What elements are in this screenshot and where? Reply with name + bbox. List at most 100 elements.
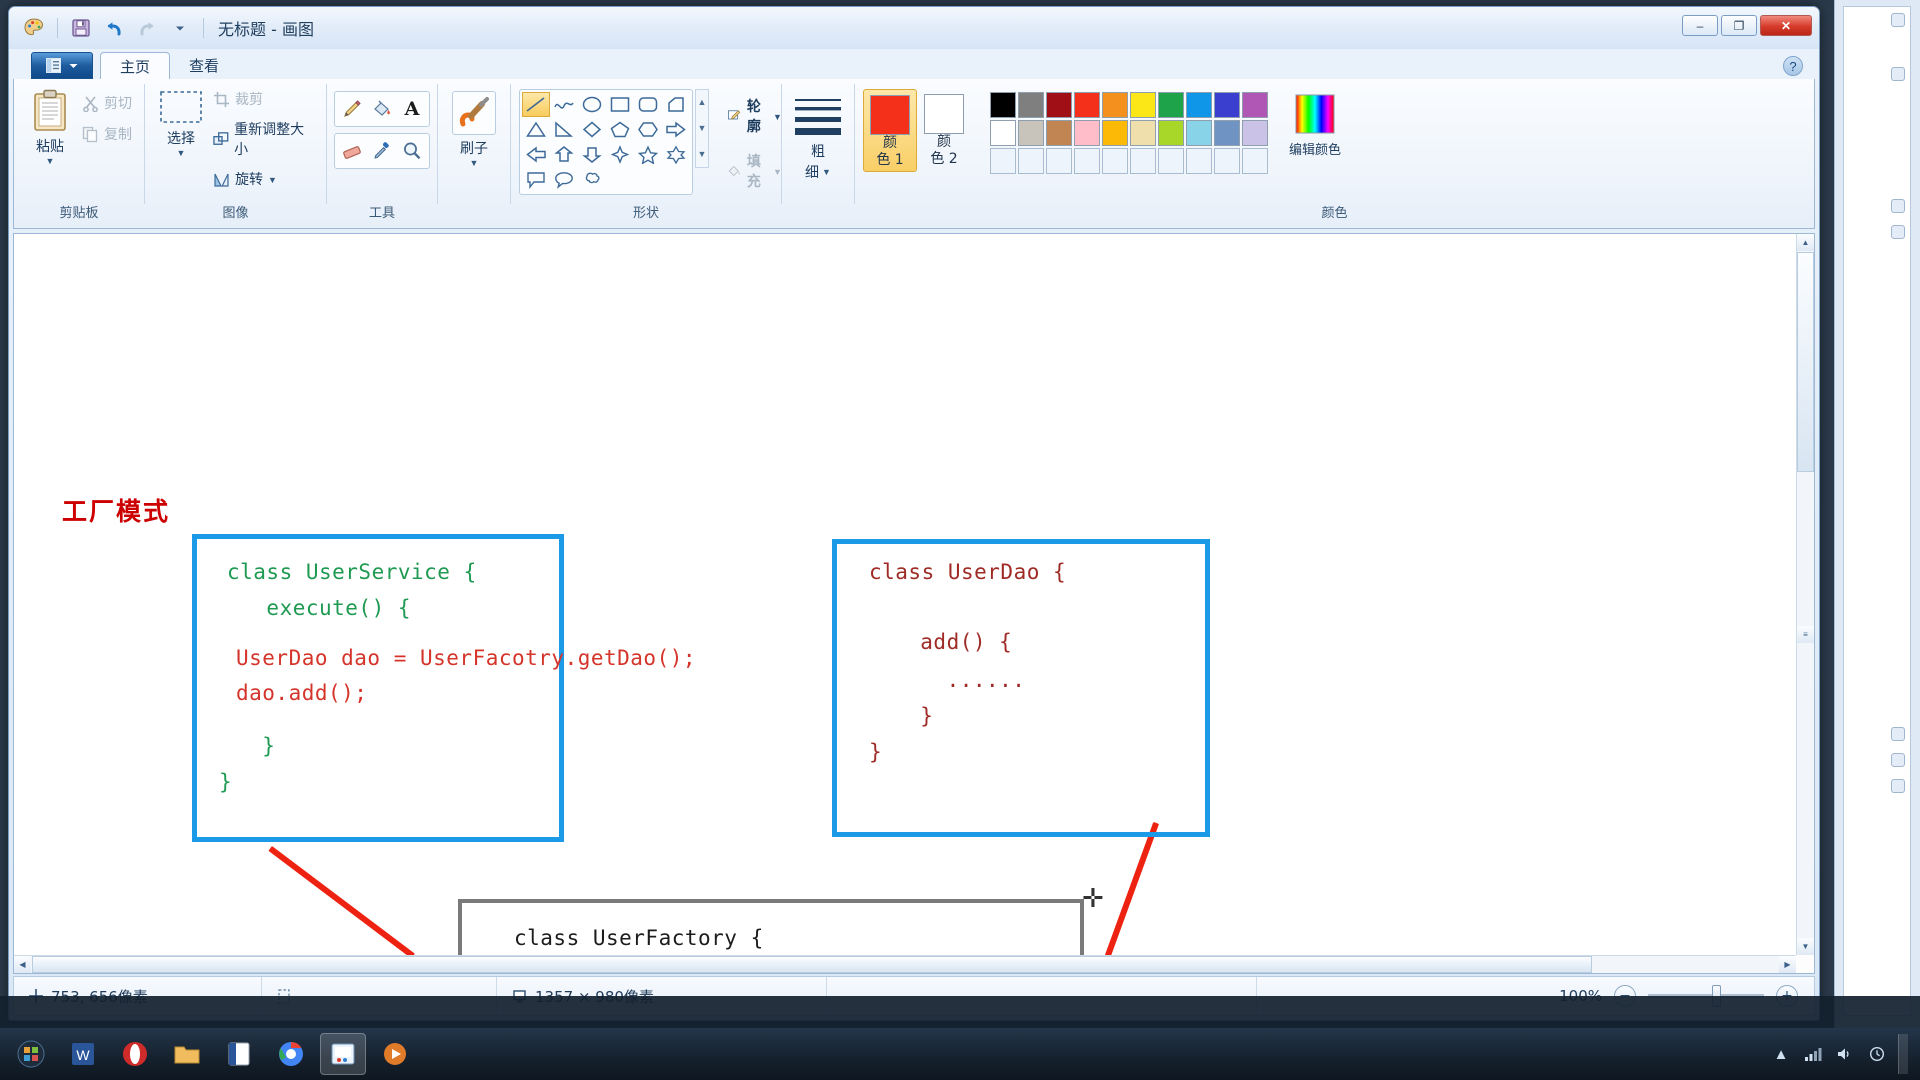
maximize-button[interactable]: ❐	[1721, 15, 1757, 36]
shape-line[interactable]	[522, 92, 550, 117]
paste-caret-icon[interactable]: ▼	[46, 157, 55, 165]
shape-triangle[interactable]	[522, 117, 550, 142]
scroll-right-button[interactable]: ▶	[1779, 956, 1796, 973]
shape-five-point-star[interactable]	[634, 142, 662, 167]
fill-caret-icon[interactable]: ▼	[773, 168, 782, 176]
help-icon[interactable]: ?	[1783, 56, 1803, 76]
brushes-button[interactable]: 刷子 ▼	[446, 88, 502, 170]
shape-hexagon[interactable]	[634, 117, 662, 142]
shape-pentagon[interactable]	[606, 117, 634, 142]
shape-arrow-up[interactable]	[550, 142, 578, 167]
palette-swatch-2-1[interactable]	[990, 120, 1016, 146]
palette-swatch-1-4[interactable]	[1074, 92, 1100, 118]
edit-colors-button[interactable]: 编辑颜色	[1283, 89, 1347, 161]
tray-clock-icon[interactable]	[1866, 1043, 1888, 1065]
palette-swatch-3-2[interactable]	[1018, 148, 1044, 174]
redo-icon[interactable]	[134, 15, 160, 41]
palette-swatch-2-7[interactable]	[1158, 120, 1184, 146]
color-picker-tool-button[interactable]	[367, 136, 397, 166]
scroll-left-button[interactable]: ◀	[14, 956, 31, 973]
show-desktop-button[interactable]	[1898, 1034, 1908, 1074]
shape-four-point-star[interactable]	[606, 142, 634, 167]
color2-button[interactable]: 颜 色 2	[917, 89, 971, 170]
resize-button[interactable]: 重新调整大小	[209, 117, 318, 161]
shape-arrow-right[interactable]	[662, 117, 690, 142]
magnifier-tool-button[interactable]	[397, 136, 427, 166]
shape-gallery-scrollbar[interactable]: ▲ ▼ ▼	[695, 89, 709, 168]
size-caret-icon[interactable]: ▼	[822, 168, 831, 176]
size-button[interactable]: 粗 细 ▼	[790, 93, 846, 185]
select-button[interactable]: 选择 ▼	[153, 86, 209, 160]
palette-swatch-2-2[interactable]	[1018, 120, 1044, 146]
palette-swatch-3-6[interactable]	[1130, 148, 1156, 174]
crop-button[interactable]: 裁剪	[209, 87, 318, 111]
undo-icon[interactable]	[101, 15, 127, 41]
shape-ellipse[interactable]	[578, 92, 606, 117]
palette-swatch-1-5[interactable]	[1102, 92, 1128, 118]
palette-swatch-2-5[interactable]	[1102, 120, 1128, 146]
palette-swatch-3-8[interactable]	[1186, 148, 1212, 174]
palette-swatch-2-4[interactable]	[1074, 120, 1100, 146]
taskbar-folder-icon[interactable]	[164, 1033, 210, 1075]
copy-button[interactable]: 复制	[78, 122, 136, 146]
palette-swatch-1-10[interactable]	[1242, 92, 1268, 118]
shape-polygon[interactable]	[662, 92, 690, 117]
shape-cloud-callout[interactable]	[578, 167, 606, 192]
shape-arrow-down[interactable]	[578, 142, 606, 167]
palette-swatch-1-8[interactable]	[1186, 92, 1212, 118]
taskbar-paint-active-icon[interactable]	[320, 1033, 366, 1075]
palette-swatch-1-2[interactable]	[1018, 92, 1044, 118]
save-icon[interactable]	[68, 15, 94, 41]
eraser-tool-button[interactable]	[337, 136, 367, 166]
palette-swatch-2-6[interactable]	[1130, 120, 1156, 146]
cut-button[interactable]: 剪切	[78, 91, 136, 115]
rotate-button[interactable]: 旋转 ▼	[209, 167, 318, 191]
shape-gallery[interactable]	[519, 89, 693, 195]
palette-swatch-3-4[interactable]	[1074, 148, 1100, 174]
drawing-canvas[interactable]: 工厂模式 class UserService { execute() { Use…	[14, 234, 1796, 955]
palette-swatch-1-1[interactable]	[990, 92, 1016, 118]
color1-button[interactable]: 颜 色 1	[863, 89, 917, 172]
pencil-tool-button[interactable]	[337, 94, 367, 124]
tray-network-icon[interactable]	[1802, 1043, 1824, 1065]
taskbar-word-icon[interactable]: W	[60, 1033, 106, 1075]
shape-arrow-left[interactable]	[522, 142, 550, 167]
canvas-vertical-scrollbar[interactable]: ▲ ≡ ▼	[1796, 234, 1814, 955]
taskbar-opera-icon[interactable]	[112, 1033, 158, 1075]
palette-swatch-3-5[interactable]	[1102, 148, 1128, 174]
color-palette[interactable]	[989, 91, 1269, 175]
shape-oval-callout[interactable]	[550, 167, 578, 192]
vertical-scroll-thumb[interactable]	[1797, 252, 1814, 472]
canvas-horizontal-scrollbar[interactable]: ◀ ▶	[14, 955, 1796, 973]
shape-rectangle[interactable]	[606, 92, 634, 117]
shape-diamond[interactable]	[578, 117, 606, 142]
taskbar-media-icon[interactable]	[372, 1033, 418, 1075]
palette-swatch-1-3[interactable]	[1046, 92, 1072, 118]
tray-volume-icon[interactable]	[1834, 1043, 1856, 1065]
scroll-middle-marker[interactable]: ≡	[1797, 626, 1814, 643]
shape-placeholder-21[interactable]	[606, 167, 634, 192]
taskbar-word2-icon[interactable]	[216, 1033, 262, 1075]
app-menu-button[interactable]	[31, 52, 93, 79]
start-button[interactable]	[8, 1033, 54, 1075]
paste-button[interactable]: 粘贴 ▼	[22, 86, 78, 168]
shape-placeholder-23[interactable]	[662, 167, 690, 192]
rotate-caret-icon[interactable]: ▼	[268, 176, 277, 184]
shape-scroll-more-icon[interactable]: ▼	[696, 142, 708, 167]
palette-swatch-3-7[interactable]	[1158, 148, 1184, 174]
palette-swatch-1-6[interactable]	[1130, 92, 1156, 118]
tray-up-arrow-icon[interactable]: ▲	[1770, 1043, 1792, 1065]
tab-view[interactable]: 查看	[170, 52, 238, 79]
palette-swatch-2-3[interactable]	[1046, 120, 1072, 146]
brushes-caret-icon[interactable]: ▼	[470, 159, 479, 167]
shape-rounded-callout[interactable]	[522, 167, 550, 192]
outline-caret-icon[interactable]: ▼	[773, 113, 782, 121]
text-tool-button[interactable]: A	[397, 94, 427, 124]
paint-palette-icon[interactable]	[21, 15, 47, 41]
palette-swatch-3-10[interactable]	[1242, 148, 1268, 174]
shape-six-point-star[interactable]	[662, 142, 690, 167]
taskbar-chrome-icon[interactable]	[268, 1033, 314, 1075]
tab-home[interactable]: 主页	[100, 52, 170, 79]
close-button[interactable]: ✕	[1760, 15, 1812, 36]
shape-rounded-rect[interactable]	[634, 92, 662, 117]
